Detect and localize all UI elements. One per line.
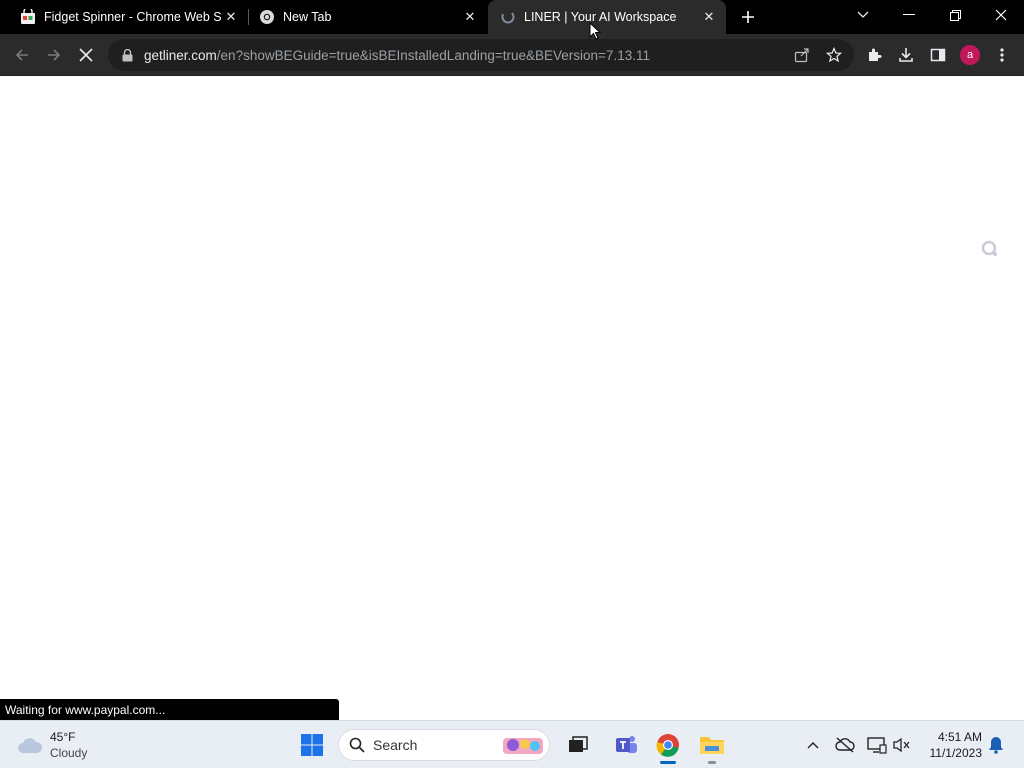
lock-icon[interactable] — [120, 48, 134, 62]
chrome-taskbar-icon[interactable] — [652, 729, 684, 761]
page-content — [0, 77, 1024, 720]
file-explorer-icon[interactable] — [696, 729, 728, 761]
cloud-icon — [16, 735, 44, 755]
onedrive-offline-icon[interactable] — [829, 729, 861, 761]
weather-temp: 45°F — [50, 730, 76, 744]
chrome-icon — [259, 9, 275, 25]
clock-time: 4:51 AM — [937, 730, 982, 744]
browser-toolbar: getliner.com/en?showBEGuide=true&isBEIns… — [0, 34, 1024, 76]
clock-date: 11/1/2023 — [929, 746, 983, 760]
tab-new-tab[interactable]: New Tab ✕ — [249, 0, 487, 34]
tab-title: LINER | Your AI Workspace — [524, 10, 677, 24]
weather-widget[interactable]: 45°F Cloudy — [16, 729, 87, 761]
windows-taskbar: 45°F Cloudy Search 4:51 AM 11/1/2023 — [0, 720, 1024, 768]
notification-bell-icon[interactable] — [980, 729, 1012, 761]
tab-strip: Fidget Spinner - Chrome Web St ✕ New Tab… — [0, 0, 1024, 34]
profile-avatar[interactable]: a — [960, 45, 980, 65]
taskbar-search[interactable]: Search — [338, 729, 550, 761]
volume-muted-icon[interactable] — [886, 729, 918, 761]
minimize-icon[interactable] — [886, 0, 932, 30]
restore-icon[interactable] — [932, 0, 978, 30]
tab-fidget-spinner[interactable]: Fidget Spinner - Chrome Web St ✕ — [0, 0, 248, 34]
side-panel-icon[interactable] — [926, 43, 950, 67]
explorer-indicator — [708, 761, 716, 764]
close-tab-icon[interactable]: ✕ — [700, 8, 718, 26]
search-icon — [349, 737, 365, 753]
address-bar[interactable]: getliner.com/en?showBEGuide=true&isBEIns… — [108, 39, 854, 71]
web-store-icon — [20, 9, 36, 25]
download-icon[interactable] — [894, 43, 918, 67]
system-clock[interactable]: 4:51 AM 11/1/2023 — [918, 729, 983, 761]
new-tab-button[interactable] — [736, 5, 760, 29]
tab-title: Fidget Spinner - Chrome Web St — [44, 10, 222, 24]
chrome-active-indicator — [660, 761, 676, 764]
menu-kebab-icon[interactable] — [990, 43, 1014, 67]
close-tab-icon[interactable]: ✕ — [461, 8, 479, 26]
liner-icon — [500, 9, 516, 25]
url-text[interactable]: getliner.com/en?showBEGuide=true&isBEIns… — [144, 48, 650, 63]
stop-loading-button[interactable] — [74, 43, 98, 67]
weather-condition: Cloudy — [50, 746, 88, 760]
liner-floating-icon[interactable] — [978, 237, 1002, 261]
windows-start-icon[interactable] — [296, 729, 328, 761]
tab-search-icon[interactable] — [840, 0, 886, 30]
teams-icon[interactable] — [610, 729, 642, 761]
tab-title: New Tab — [283, 10, 332, 24]
search-highlight-icon — [501, 732, 545, 758]
extensions-icon[interactable] — [862, 43, 886, 67]
close-window-icon[interactable] — [978, 0, 1024, 30]
url-path: /en?showBEGuide=true&isBEInstalledLandin… — [216, 47, 650, 63]
mouse-cursor-icon — [589, 21, 602, 45]
search-label: Search — [373, 737, 418, 753]
chevron-up-icon[interactable] — [797, 729, 829, 761]
status-bar: Waiting for www.paypal.com... — [0, 699, 339, 720]
tab-liner[interactable]: LINER | Your AI Workspace ✕ — [488, 0, 726, 34]
task-view-icon[interactable] — [562, 729, 594, 761]
bookmark-star-icon[interactable] — [822, 43, 846, 67]
forward-button[interactable] — [42, 43, 66, 67]
url-host: getliner.com — [144, 47, 217, 63]
back-button[interactable] — [10, 43, 34, 67]
share-icon[interactable] — [790, 43, 814, 67]
close-tab-icon[interactable]: ✕ — [222, 8, 240, 26]
